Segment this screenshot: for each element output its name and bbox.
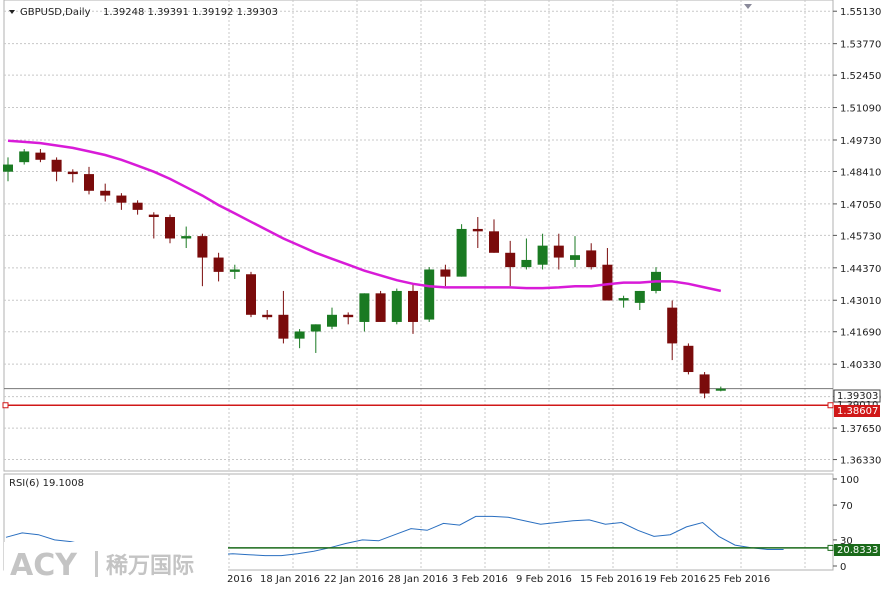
bull-candle <box>521 259 532 268</box>
rsi-tick-label: 0 <box>840 562 846 573</box>
price-tick-label: 1.41690 <box>840 328 881 339</box>
time-tick-label: 22 Jan 2016 <box>324 574 384 585</box>
price-tick-label: 1.40330 <box>840 360 881 371</box>
chart-svg: 1.55130 1.53770 1.52450 1.51090 1.49730 1.484… <box>2 0 881 585</box>
bear-candle <box>343 314 354 318</box>
watermark-divider <box>95 551 98 577</box>
moving-average <box>7 139 722 293</box>
bull-candle <box>456 228 467 277</box>
bull-candle <box>537 245 548 265</box>
price-tick-label: 1.55130 <box>840 7 881 18</box>
bear-candle <box>197 236 208 258</box>
bear-candle <box>602 264 613 301</box>
watermark-chinese: 稀万国际 <box>106 553 194 579</box>
brand-watermark: ACY 稀万国际 <box>4 542 228 583</box>
bear-candle <box>489 231 499 253</box>
bear-candle <box>165 217 175 239</box>
bull-candle <box>391 290 402 322</box>
time-tick-label: 19 Feb 2016 <box>644 574 706 585</box>
time-tick-label: 28 Jan 2016 <box>388 574 448 585</box>
price-tick-label: 1.44370 <box>840 264 881 275</box>
price-tick-label: 1.49730 <box>840 136 881 147</box>
rsi-tick-label: 70 <box>840 501 853 512</box>
price-tick-label: 1.48410 <box>840 167 881 178</box>
bear-candle <box>51 159 62 172</box>
bear-candle <box>262 314 273 318</box>
bear-candle <box>699 374 710 394</box>
rsi-axis: 10070300 <box>833 475 859 573</box>
time-tick-label: 18 Jan 2016 <box>260 574 320 585</box>
bull-candle <box>618 298 629 301</box>
bull-candle <box>3 164 13 172</box>
bear-candle <box>246 274 256 315</box>
bear-candle <box>84 174 94 191</box>
hline-price-tag: 1.38607 <box>837 406 878 417</box>
ma-line <box>7 139 722 293</box>
bear-candle <box>148 214 159 218</box>
time-axis: 2016 18 Jan 2016 22 Jan 2016 28 Jan 2016 3 F… <box>227 574 770 585</box>
time-tick-label: 3 Feb 2016 <box>452 574 508 585</box>
bull-candle <box>181 236 192 239</box>
bull-candle <box>327 314 337 327</box>
price-tick-label: 1.36330 <box>840 456 881 467</box>
price-tick-label: 1.43010 <box>840 296 881 307</box>
bull-candle <box>424 269 435 320</box>
bear-candle <box>683 345 694 373</box>
level-line-handle-right <box>827 402 834 409</box>
bear-candle <box>132 202 143 210</box>
price-tick-label: 1.45730 <box>840 231 881 242</box>
bear-candle <box>408 290 418 322</box>
bear-candle <box>100 190 111 196</box>
bull-candle <box>19 151 30 163</box>
bear-candle <box>586 250 597 268</box>
price-tick-label: 1.47050 <box>840 200 881 211</box>
bear-candle <box>472 228 483 232</box>
time-tick-label: 9 Feb 2016 <box>516 574 572 585</box>
bear-candle <box>667 307 678 344</box>
bear-candle <box>116 195 127 203</box>
ohlc-readout: 1.39248 1.39391 1.39192 1.39303 <box>103 7 278 18</box>
bear-candle <box>440 269 451 277</box>
symbol-label: GBPUSD,Daily <box>20 7 91 18</box>
time-tick-label: 2016 <box>227 574 252 585</box>
watermark-brand: ACY <box>10 548 78 583</box>
collapse-arrow-icon[interactable] <box>9 10 15 14</box>
rsi-tick-label: 100 <box>840 475 859 486</box>
chart-shift-marker-icon[interactable] <box>744 4 752 9</box>
bull-candle <box>634 290 645 303</box>
time-tick-label: 15 Feb 2016 <box>580 574 642 585</box>
bear-candle <box>67 171 78 175</box>
bear-candle <box>505 252 516 268</box>
bear-candle <box>278 314 289 339</box>
bear-candle <box>553 245 564 258</box>
bear-candle <box>35 152 46 160</box>
bear-candle <box>213 257 224 272</box>
rsi-label: RSI(6) 19.1008 <box>9 478 84 489</box>
price-tick-label: 1.51090 <box>840 104 881 115</box>
bull-candle <box>359 293 370 322</box>
bull-candle <box>294 331 305 339</box>
level-line-handle-left <box>2 402 9 409</box>
bull-candle <box>715 388 726 391</box>
bear-candle <box>375 293 386 322</box>
bull-candle <box>310 324 321 332</box>
rsi-level-handle <box>827 544 834 551</box>
rsi-value-tag: 20.8333 <box>837 545 878 556</box>
price-tick-label: 1.37650 <box>840 424 881 435</box>
price-tick-label: 1.53770 <box>840 40 881 51</box>
price-tick-label: 1.52450 <box>840 71 881 82</box>
bull-candle <box>570 255 580 260</box>
bull-candle <box>229 269 240 272</box>
candles <box>3 149 726 399</box>
time-tick-label: 25 Feb 2016 <box>708 574 770 585</box>
